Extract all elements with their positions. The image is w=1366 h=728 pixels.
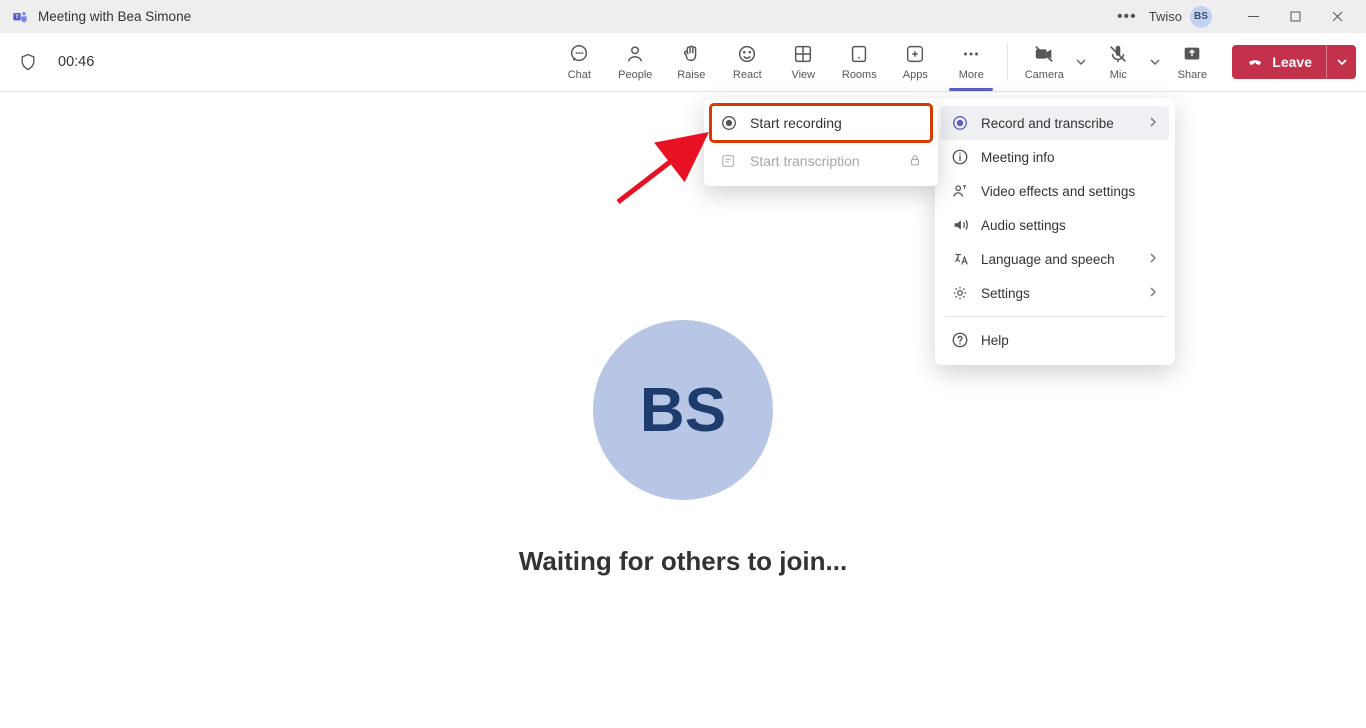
camera-off-icon — [1033, 43, 1055, 65]
transcription-icon — [720, 152, 738, 170]
react-icon — [736, 43, 758, 65]
react-label: React — [733, 69, 762, 81]
rooms-icon — [848, 43, 870, 65]
shield-icon[interactable] — [18, 52, 38, 72]
leave-button[interactable]: Leave — [1232, 45, 1356, 79]
submenu-start-recording[interactable]: Start recording — [710, 104, 932, 142]
view-label: View — [791, 69, 815, 81]
audio-icon — [951, 216, 969, 234]
share-label: Share — [1178, 69, 1207, 81]
info-icon — [951, 148, 969, 166]
raise-icon — [680, 43, 702, 65]
language-icon — [951, 250, 969, 268]
meeting-toolbar: 00:46 Chat People Raise React View — [0, 33, 1366, 92]
avatar-small[interactable]: BS — [1190, 6, 1212, 28]
submenu-start-recording-label: Start recording — [750, 115, 842, 131]
record-transcribe-submenu: Start recording Start transcription — [704, 98, 938, 186]
menu-audio-settings-label: Audio settings — [981, 218, 1066, 233]
menu-separator — [945, 316, 1165, 317]
react-button[interactable]: React — [719, 34, 775, 90]
menu-language-speech[interactable]: Language and speech — [941, 242, 1169, 276]
apps-icon — [904, 43, 926, 65]
lock-icon — [908, 153, 922, 170]
menu-audio-settings[interactable]: Audio settings — [941, 208, 1169, 242]
record-icon — [951, 114, 969, 132]
view-icon — [792, 43, 814, 65]
apps-button[interactable]: Apps — [887, 34, 943, 90]
view-button[interactable]: View — [775, 34, 831, 90]
gear-icon — [951, 284, 969, 302]
toolbar-separator — [1007, 44, 1008, 80]
mic-button[interactable]: Mic — [1090, 34, 1146, 90]
camera-button[interactable]: Camera — [1016, 34, 1072, 90]
submenu-start-transcription: Start transcription — [710, 142, 932, 180]
menu-help-label: Help — [981, 333, 1009, 348]
chat-label: Chat — [568, 69, 591, 81]
more-icon — [960, 43, 982, 65]
more-label: More — [959, 69, 984, 81]
record-icon — [720, 114, 738, 132]
teams-icon: T — [12, 9, 28, 25]
apps-label: Apps — [903, 69, 928, 81]
menu-language-speech-label: Language and speech — [981, 252, 1115, 267]
rooms-button[interactable]: Rooms — [831, 34, 887, 90]
people-button[interactable]: People — [607, 34, 663, 90]
camera-options-chevron-icon[interactable] — [1072, 56, 1090, 68]
camera-label: Camera — [1025, 69, 1064, 81]
menu-meeting-info[interactable]: Meeting info — [941, 140, 1169, 174]
meeting-timer: 00:46 — [58, 54, 94, 70]
window-maximize-button[interactable] — [1274, 0, 1316, 33]
window-close-button[interactable] — [1316, 0, 1358, 33]
chat-button[interactable]: Chat — [551, 34, 607, 90]
video-effects-icon — [951, 182, 969, 200]
people-icon — [624, 43, 646, 65]
mic-options-chevron-icon[interactable] — [1146, 56, 1164, 68]
raise-label: Raise — [677, 69, 705, 81]
help-icon — [951, 331, 969, 349]
chevron-right-icon — [1147, 116, 1159, 131]
rooms-label: Rooms — [842, 69, 877, 81]
menu-settings[interactable]: Settings — [941, 276, 1169, 310]
more-menu: Record and transcribe Meeting info Video… — [935, 98, 1175, 365]
menu-settings-label: Settings — [981, 286, 1030, 301]
menu-meeting-info-label: Meeting info — [981, 150, 1055, 165]
more-button[interactable]: More — [943, 34, 999, 90]
chat-icon — [568, 43, 590, 65]
participant-avatar: BS — [593, 320, 773, 500]
mic-label: Mic — [1110, 69, 1127, 81]
more-menu-titlebar-icon[interactable]: ••• — [1117, 8, 1137, 26]
menu-record-transcribe-label: Record and transcribe — [981, 116, 1114, 131]
meeting-title: Meeting with Bea Simone — [38, 9, 191, 24]
window-titlebar: T Meeting with Bea Simone ••• Twiso BS — [0, 0, 1366, 33]
leave-label: Leave — [1272, 54, 1312, 70]
people-label: People — [618, 69, 652, 81]
submenu-start-transcription-label: Start transcription — [750, 153, 860, 169]
raise-button[interactable]: Raise — [663, 34, 719, 90]
share-icon — [1181, 43, 1203, 65]
menu-record-transcribe[interactable]: Record and transcribe — [941, 106, 1169, 140]
window-minimize-button[interactable] — [1232, 0, 1274, 33]
menu-video-effects-label: Video effects and settings — [981, 184, 1135, 199]
user-name: Twiso — [1149, 9, 1182, 24]
waiting-text: Waiting for others to join... — [519, 546, 847, 577]
chevron-right-icon — [1147, 286, 1159, 301]
chevron-right-icon — [1147, 252, 1159, 267]
menu-video-effects[interactable]: Video effects and settings — [941, 174, 1169, 208]
menu-help[interactable]: Help — [941, 323, 1169, 357]
share-button[interactable]: Share — [1164, 34, 1220, 90]
mic-off-icon — [1107, 43, 1129, 65]
leave-options-chevron-icon[interactable] — [1326, 45, 1356, 79]
hangup-icon — [1246, 52, 1264, 73]
